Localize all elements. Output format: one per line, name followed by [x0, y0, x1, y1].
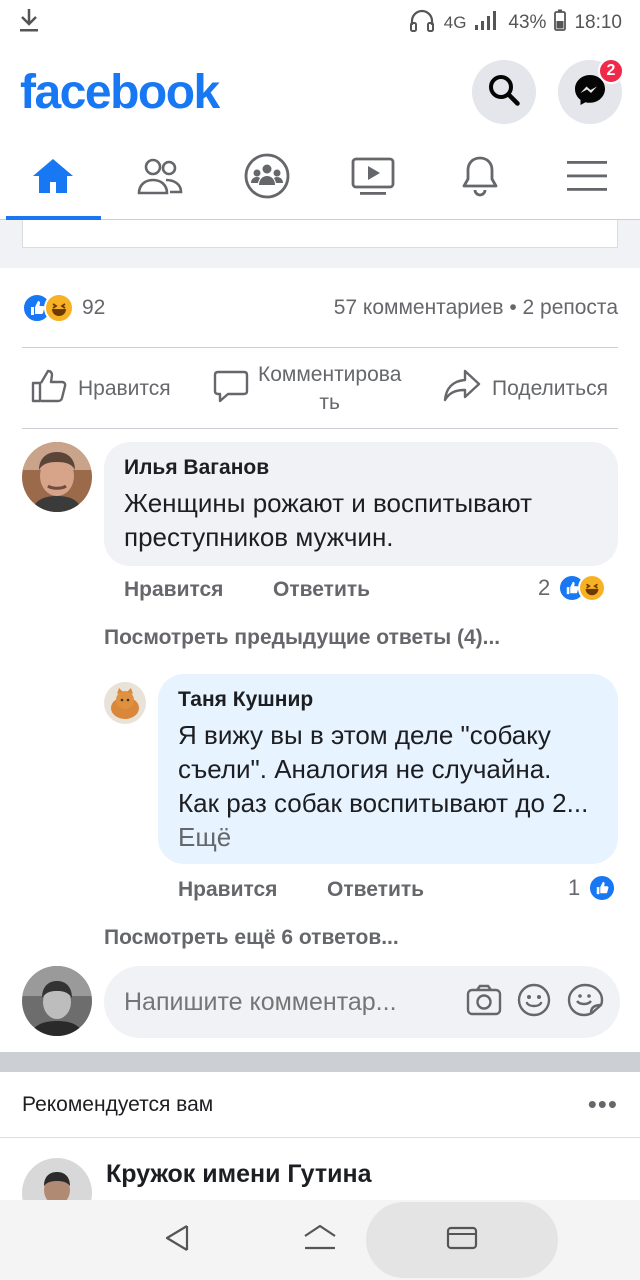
haha-reaction-icon: [578, 574, 607, 602]
comment-reactions[interactable]: 2: [538, 574, 607, 602]
comment-reply-button[interactable]: Ответить: [273, 578, 370, 602]
thumbs-up-icon: [30, 368, 68, 410]
recommended-group[interactable]: Кружок имени Гутина: [0, 1138, 640, 1228]
groups-icon: [243, 152, 291, 205]
battery-percent: 43%: [508, 12, 547, 33]
comment-bubble[interactable]: Илья Ваганов Женщины рожают и воспитываю…: [104, 442, 618, 566]
divider: [22, 347, 618, 348]
search-icon: [487, 73, 521, 112]
emoji-icon[interactable]: [516, 982, 552, 1023]
comment-label: Комментирова ть: [258, 363, 402, 414]
view-previous-replies[interactable]: Посмотреть предыдущие ответы (4)...: [104, 626, 500, 650]
comment-button[interactable]: Комментирова ть: [212, 361, 401, 417]
composer-icons: [466, 982, 604, 1023]
previous-post-edge: [22, 220, 618, 248]
avatar[interactable]: [22, 442, 92, 512]
previous-post-card: [0, 220, 640, 268]
reply-text-wrap: Я вижу вы в этом деле "собаку съели". Ан…: [178, 718, 598, 854]
share-icon: [442, 368, 482, 410]
reply-like-button[interactable]: Нравится: [178, 878, 277, 902]
main-tab-bar: [0, 138, 640, 220]
video-icon: [350, 155, 396, 202]
like-label: Нравится: [78, 377, 171, 400]
back-icon: [163, 1223, 193, 1258]
share-button[interactable]: Поделиться: [442, 368, 608, 410]
tab-friends[interactable]: [107, 138, 214, 219]
bell-icon: [460, 154, 500, 203]
reply-reply-button[interactable]: Ответить: [327, 878, 424, 902]
sticker-icon[interactable]: [566, 982, 604, 1023]
reply-reactions[interactable]: 1: [568, 874, 617, 902]
reply-bubble[interactable]: Таня Кушнир Я вижу вы в этом деле "собак…: [158, 674, 618, 864]
see-more-link[interactable]: Ещё: [178, 822, 231, 852]
tab-notifications[interactable]: [427, 138, 534, 219]
download-icon: [18, 7, 40, 39]
comments-shares-count[interactable]: 57 комментариев • 2 репоста: [334, 296, 618, 320]
network-type: 4G: [443, 13, 467, 32]
share-label: Поделиться: [492, 377, 608, 400]
reply-reaction-count: 1: [568, 875, 581, 900]
camera-icon[interactable]: [466, 983, 502, 1022]
reply-author[interactable]: Таня Кушнир: [178, 688, 598, 712]
home-icon: [31, 156, 75, 201]
post-stats[interactable]: 92 57 комментариев • 2 репоста: [22, 286, 618, 330]
feed-separator: [0, 1052, 640, 1072]
system-nav-bar: [0, 1200, 640, 1280]
battery-icon: [554, 9, 567, 37]
recommended-title: Рекомендуется вам: [22, 1092, 214, 1116]
status-bar: 4G 43% 18:10: [0, 0, 640, 46]
home-nav-icon: [302, 1223, 338, 1258]
tab-home[interactable]: [0, 138, 107, 220]
menu-icon: [566, 158, 608, 199]
avatar[interactable]: [104, 682, 146, 724]
recents-button[interactable]: [366, 1202, 558, 1278]
comment-composer[interactable]: [104, 966, 620, 1038]
comment-icon: [212, 368, 250, 410]
avatar[interactable]: [22, 966, 92, 1036]
comment-author[interactable]: Илья Ваганов: [124, 456, 598, 480]
facebook-logo[interactable]: facebook: [20, 65, 220, 120]
comment-text: Женщины рожают и воспитывают преступнико…: [124, 488, 532, 552]
home-nav-button[interactable]: [270, 1200, 370, 1280]
tab-menu[interactable]: [533, 138, 640, 219]
clock: 18:10: [574, 12, 622, 33]
comment-reaction-count: 2: [538, 575, 551, 600]
like-reaction-icon: [588, 874, 617, 902]
comment-input[interactable]: [124, 987, 444, 1017]
friends-icon: [136, 156, 184, 201]
more-options-icon[interactable]: •••: [588, 1089, 618, 1120]
post-actions: Нравится Комментирова ть Поделиться: [0, 350, 640, 428]
group-name[interactable]: Кружок имени Гутина: [106, 1160, 371, 1189]
search-button[interactable]: [472, 60, 536, 124]
back-button[interactable]: [128, 1200, 228, 1280]
app-header: facebook 2: [0, 46, 640, 138]
tab-watch[interactable]: [320, 138, 427, 219]
view-more-replies[interactable]: Посмотреть ещё 6 ответов...: [104, 926, 399, 950]
recents-icon: [446, 1225, 478, 1256]
comment-like-button[interactable]: Нравится: [124, 578, 223, 602]
messenger-button[interactable]: 2: [558, 58, 624, 124]
tab-groups[interactable]: [213, 138, 320, 219]
haha-reaction-icon: [44, 293, 74, 323]
headphones-icon: [408, 7, 436, 39]
reaction-count: 92: [82, 296, 106, 319]
divider: [22, 428, 618, 429]
notification-badge: 2: [598, 58, 624, 84]
recommended-header: Рекомендуется вам •••: [0, 1072, 640, 1138]
like-button[interactable]: Нравится: [30, 368, 171, 410]
reply-text: Я вижу вы в этом деле "собаку съели". Ан…: [178, 720, 589, 818]
signal-icon: [474, 9, 500, 37]
